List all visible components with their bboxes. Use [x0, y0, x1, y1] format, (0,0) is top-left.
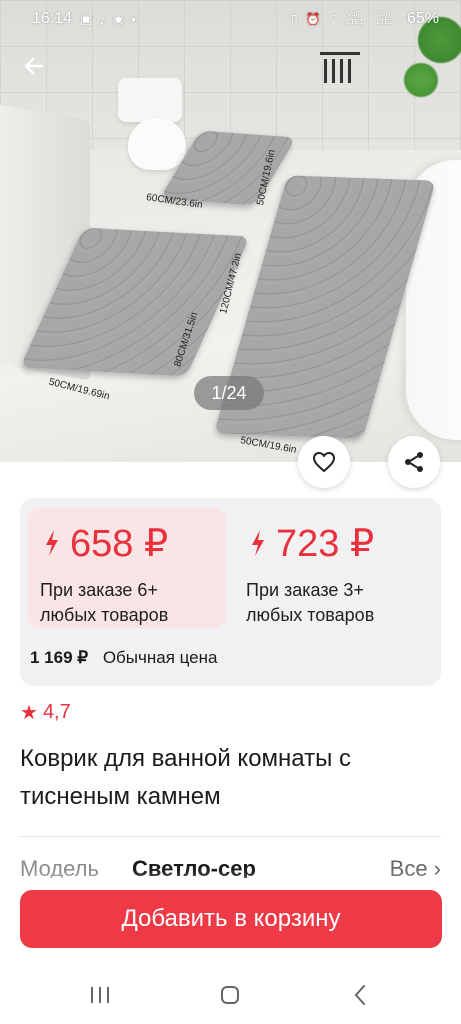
system-nav-bar — [0, 960, 461, 1024]
offer-condition-line2: любых товаров — [246, 605, 375, 625]
share-icon — [405, 452, 423, 472]
offer-condition-line1: При заказе 3+ — [246, 580, 364, 600]
alarm-icon: ⏰ — [305, 12, 321, 26]
attribute-value: Светло-сер — [132, 856, 256, 878]
recent-apps-icon — [91, 987, 109, 1003]
sim1-signal-icon: Vo)) LTE1 — [346, 11, 364, 26]
add-to-cart-button[interactable]: Добавить в корзину — [20, 890, 442, 948]
back-arrow-icon — [24, 57, 44, 75]
regular-price-row: 1 169 ₽ Обычная цена — [30, 648, 217, 668]
home-button[interactable] — [210, 980, 250, 1010]
divider — [20, 836, 441, 837]
offer-price-value: 658 ₽ — [70, 522, 169, 565]
wifi-icon: ◠ — [328, 12, 339, 26]
toilet-tank — [118, 78, 182, 122]
regular-price-label: Обычная цена — [102, 648, 218, 667]
heart-icon — [313, 452, 335, 472]
sim2-signal-icon: Vo)) LTE2 — [376, 11, 394, 26]
offer-condition: При заказе 6+ любых товаров — [38, 578, 226, 628]
image-counter: 1/24 — [194, 376, 264, 410]
offer-condition: При заказе 3+ любых товаров — [244, 578, 434, 628]
battery-saver-icon: ▯ — [290, 12, 298, 26]
recent-apps-button[interactable] — [80, 980, 120, 1010]
status-time: 16:14 — [32, 10, 73, 27]
back-button[interactable] — [18, 50, 50, 82]
status-right: ▯ ⏰ ◠ Vo)) LTE1 Vo)) LTE2 65% — [291, 10, 439, 28]
bolt-icon — [46, 530, 58, 556]
nav-back-icon — [354, 985, 365, 1005]
product-image-gallery[interactable]: 60CM/23.6in 50CM/19.6in 50CM/19.69in 80C… — [0, 0, 461, 462]
attribute-name: Модель — [20, 856, 99, 878]
notification-dot-icon: • — [131, 11, 136, 27]
bolt-icon — [252, 530, 264, 556]
status-bar: 16:14 ▣ ♪ ◉ • ▯ ⏰ ◠ Vo)) LTE1 Vo)) LTE2 … — [0, 0, 461, 38]
offer-price: 658 ₽ — [38, 518, 226, 568]
offer-condition-line2: любых товаров — [40, 605, 169, 625]
bulk-offer-3[interactable]: 723 ₽ При заказе 3+ любых товаров — [234, 508, 434, 628]
offer-condition-line1: При заказе 6+ — [40, 580, 158, 600]
price-card: 658 ₽ При заказе 6+ любых товаров 723 ₽ … — [20, 498, 441, 686]
offer-price-value: 723 ₽ — [276, 522, 375, 565]
toilet-bowl — [128, 118, 186, 170]
notification-music-icon: ♪ — [99, 11, 106, 27]
product-title: Коврик для ванной комнаты с тисненым кам… — [20, 745, 352, 810]
attribute-all-link[interactable]: Все › — [390, 856, 441, 878]
notification-bank-icon: ◉ — [112, 11, 125, 26]
bulk-offer-6[interactable]: 658 ₽ При заказе 6+ любых товаров — [28, 508, 226, 628]
towel-rack — [320, 52, 360, 84]
notification-app-icon: ▣ — [80, 11, 93, 26]
favorite-button[interactable] — [298, 436, 350, 488]
regular-price: 1 169 ₽ — [30, 648, 89, 667]
rating-value: 4,7 — [42, 701, 71, 723]
home-icon — [221, 986, 239, 1004]
system-back-button[interactable] — [340, 980, 380, 1010]
battery-level: 65% — [406, 10, 439, 27]
star-icon: ★ — [20, 702, 38, 724]
model-selector[interactable]: Модель Светло-сер Все › — [20, 856, 441, 878]
offer-price: 723 ₽ — [244, 518, 434, 568]
share-button[interactable] — [388, 436, 440, 488]
rating[interactable]: ★ 4,7 — [20, 700, 71, 725]
